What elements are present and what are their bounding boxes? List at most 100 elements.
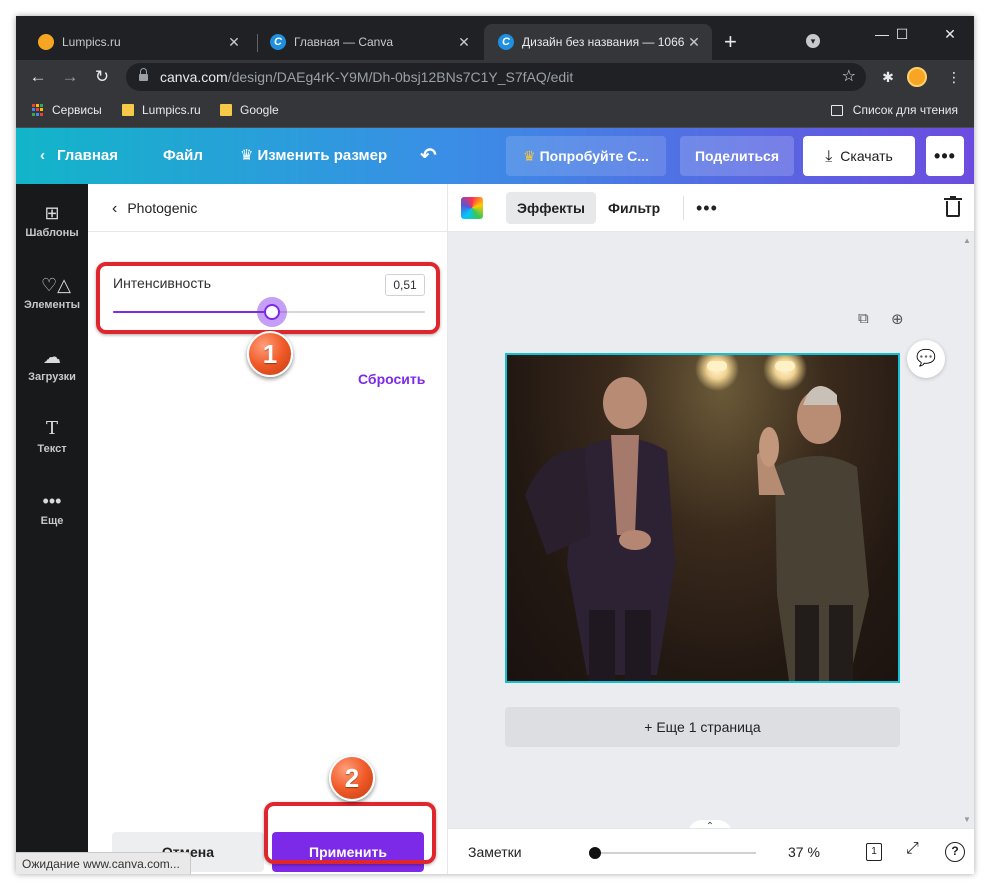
add-page-icon[interactable]: ⊕ xyxy=(891,310,904,328)
tab-canva-design[interactable]: C Дизайн без названия — 1066 ✕ xyxy=(484,24,712,60)
undo-icon[interactable]: ↶ xyxy=(420,128,437,184)
rail-label: Текст xyxy=(37,443,67,455)
toolbar-divider xyxy=(683,196,684,220)
effects-button[interactable]: Эффекты xyxy=(506,192,596,224)
bookmark-lumpics[interactable]: Lumpics.ru xyxy=(122,94,201,126)
reload-icon[interactable]: ↻ xyxy=(90,65,114,89)
tab-lumpics[interactable]: Lumpics.ru ✕ xyxy=(24,24,252,60)
filter-button[interactable]: Фильтр xyxy=(608,192,660,224)
rail-label: Еще xyxy=(40,515,64,527)
rail-label: Шаблоны xyxy=(25,227,79,239)
reading-list-label: Список для чтения xyxy=(852,103,958,117)
scroll-up-icon[interactable]: ▲ xyxy=(963,236,971,245)
reading-list-icon xyxy=(830,104,843,116)
url-host: canva.com xyxy=(160,69,228,85)
download-icon: ⤓ xyxy=(825,148,833,165)
chevron-left-icon: ‹ xyxy=(112,200,118,217)
lock-icon xyxy=(139,68,148,82)
more-icon: ••• xyxy=(42,491,62,511)
notes-button[interactable]: Заметки xyxy=(468,829,522,874)
back-icon[interactable]: ← xyxy=(26,65,50,89)
download-label: Скачать xyxy=(840,148,893,164)
extensions-icon[interactable]: ✱ xyxy=(876,65,900,89)
try-pro-button[interactable]: ♛ Попробуйте С... xyxy=(506,136,666,176)
templates-icon: ⊞ xyxy=(44,203,60,223)
rail-uploads[interactable]: ☁ Загрузки xyxy=(16,346,88,383)
panel-back-button[interactable]: ‹ Photogenic xyxy=(88,184,448,232)
close-tab-icon[interactable]: ✕ xyxy=(686,34,702,51)
zoom-slider-thumb[interactable] xyxy=(589,847,601,859)
scroll-down-icon[interactable]: ▼ xyxy=(963,815,971,824)
forward-icon[interactable]: → xyxy=(58,65,82,89)
canva-favicon: C xyxy=(498,34,514,50)
bookmark-label: Сервисы xyxy=(52,103,102,117)
tab-search-icon[interactable]: ▾ xyxy=(806,34,820,48)
reset-link[interactable]: Сбросить xyxy=(358,371,425,387)
canva-favicon: C xyxy=(270,34,286,50)
rail-text[interactable]: T Текст xyxy=(16,418,88,455)
rail-label: Загрузки xyxy=(28,371,76,383)
bookmark-google[interactable]: Google xyxy=(220,94,279,126)
rail-label: Элементы xyxy=(23,299,81,311)
bookmark-star-icon[interactable]: ☆ xyxy=(842,63,856,91)
bookmark-label: Lumpics.ru xyxy=(142,103,201,117)
fullscreen-icon[interactable]: ⤢ xyxy=(906,840,919,858)
left-rail: ⊞ Шаблоны ♡△ Элементы ☁ Загрузки T Текст… xyxy=(16,184,88,874)
canvas-scrollbar[interactable]: ▲ ▼ xyxy=(960,232,974,828)
file-menu[interactable]: Файл xyxy=(163,128,203,184)
apps-grid-icon xyxy=(32,104,44,116)
zoom-slider[interactable] xyxy=(596,852,756,854)
design-photo[interactable] xyxy=(505,353,900,683)
share-button[interactable]: Поделиться xyxy=(680,136,794,176)
canvas-area: ⧉ ⊕ 💬 + Еще 1 страница ⌃ ▲ ▼ xyxy=(448,232,974,834)
help-icon[interactable]: ? xyxy=(945,842,965,862)
step-badge-2: 2 xyxy=(329,755,375,801)
more-options-button[interactable]: ••• xyxy=(926,136,964,176)
color-picker-icon[interactable] xyxy=(461,197,483,219)
resize-button[interactable]: ♛ Изменить размер xyxy=(240,128,387,184)
address-bar[interactable]: canva.com/design/DAEg4rK-Y9M/Dh-0bsj12BN… xyxy=(126,63,866,91)
intensity-highlight xyxy=(96,262,440,334)
trash-icon[interactable] xyxy=(944,196,962,218)
duplicate-page-icon[interactable]: ⧉ xyxy=(858,310,869,327)
address-toolbar: ← → ↻ canva.com/design/DAEg4rK-Y9M/Dh-0b… xyxy=(16,60,974,94)
folder-icon xyxy=(122,104,134,116)
panel-title: Photogenic xyxy=(127,200,198,216)
comment-icon[interactable]: 💬 xyxy=(907,340,945,378)
status-bar: Ожидание www.canva.com... xyxy=(16,852,191,874)
browser-menu-icon[interactable]: ⋮ xyxy=(942,65,966,89)
bookmark-label: Google xyxy=(240,103,279,117)
tab-title: Lumpics.ru xyxy=(62,35,121,49)
crown-icon: ♛ xyxy=(240,147,254,164)
folder-icon xyxy=(220,104,232,116)
maximize-button[interactable]: ☐ xyxy=(884,22,920,48)
photo-illustration xyxy=(525,355,869,681)
more-options-icon[interactable]: ••• xyxy=(696,192,718,224)
close-tab-icon[interactable]: ✕ xyxy=(456,34,472,51)
resize-label: Изменить размер xyxy=(257,147,388,164)
crown-icon: ♛ xyxy=(523,148,536,164)
canva-header: ‹ Главная Файл ♛ Изменить размер ↶ ♛ Попроб… xyxy=(16,128,974,184)
rail-templates[interactable]: ⊞ Шаблоны xyxy=(16,202,88,239)
download-button[interactable]: ⤓ Скачать xyxy=(803,136,915,176)
rail-more[interactable]: ••• Еще xyxy=(16,490,88,527)
tab-title: Дизайн без названия — 1066 xyxy=(522,35,685,49)
tab-canva-home[interactable]: C Главная — Canva ✕ xyxy=(256,24,482,60)
close-window-button[interactable]: ✕ xyxy=(930,22,970,48)
home-link[interactable]: ‹ Главная xyxy=(40,128,118,184)
tab-strip: Lumpics.ru ✕ C Главная — Canva ✕ C Дизай… xyxy=(16,16,974,60)
new-tab-button[interactable]: + xyxy=(724,30,737,54)
text-icon: T xyxy=(45,418,58,439)
zoom-level[interactable]: 37 % xyxy=(788,829,820,874)
chevron-left-icon: ‹ xyxy=(40,147,45,164)
tab-title: Главная — Canva xyxy=(294,35,394,49)
reading-list[interactable]: Список для чтения xyxy=(830,94,958,126)
rail-elements[interactable]: ♡△ Элементы xyxy=(16,274,88,311)
editor-bottom-bar: Заметки 37 % 1 ⤢ ? xyxy=(448,828,974,874)
add-more-pages-button[interactable]: + Еще 1 страница xyxy=(505,707,900,747)
close-tab-icon[interactable]: ✕ xyxy=(226,34,242,51)
bookmark-apps[interactable]: Сервисы xyxy=(32,94,102,126)
apply-highlight xyxy=(264,802,436,864)
profile-avatar[interactable] xyxy=(907,67,927,87)
page-count-icon[interactable]: 1 xyxy=(866,843,882,861)
